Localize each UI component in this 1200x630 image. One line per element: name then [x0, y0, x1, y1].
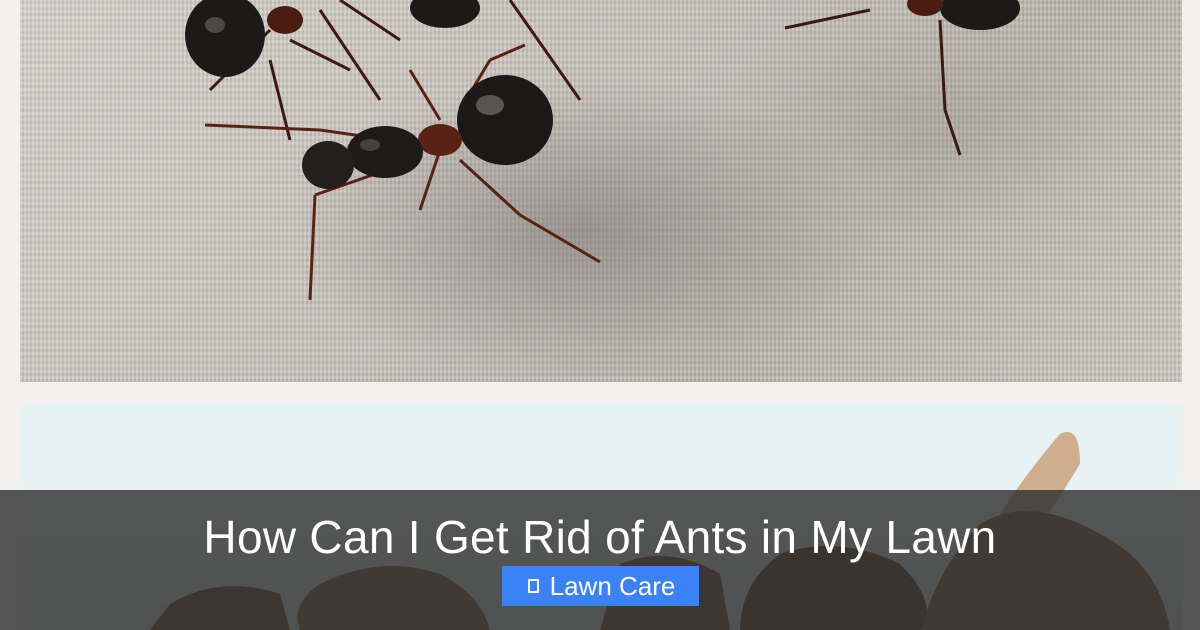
category-badge[interactable]: Lawn Care — [502, 566, 699, 606]
hero-photo-ants-on-fabric — [20, 0, 1182, 382]
tag-icon — [526, 577, 542, 595]
post-title: How Can I Get Rid of Ants in My Lawn — [203, 511, 997, 563]
category-label: Lawn Care — [549, 570, 676, 601]
